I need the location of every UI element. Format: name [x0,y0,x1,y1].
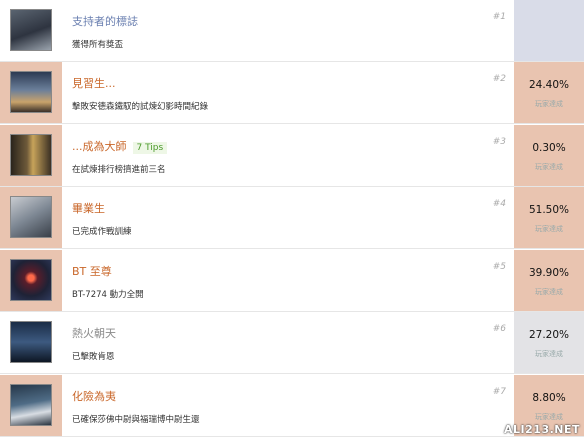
achievement-title[interactable]: ...成為大師 7 Tips [72,138,168,154]
completion-percent: 39.90% [528,267,570,279]
achievement-title[interactable]: 見習生... [72,75,116,91]
rarity-panel [514,312,584,373]
achievement-title-text: 見習生... [72,77,116,90]
rarity-panel [514,0,584,61]
completion-percent: 51.50% [528,204,570,216]
achievement-number: #3 [492,137,506,147]
achievement-description: 擊敗安德森鐵馭的試煉幻影時間紀錄 [72,102,209,112]
achievement-title-text: ...成為大師 [72,140,127,153]
achievement-number: #5 [492,262,506,272]
achievement-number: #1 [492,12,506,22]
rarity-panel [514,187,584,248]
completion-percent: 0.30% [532,142,566,154]
achievement-row[interactable]: 見習生... 擊敗安德森鐵馭的試煉幻影時間紀錄 #2 24.40% 玩家達成 [0,62,584,124]
achievement-title-text: BT 至尊 [72,265,112,278]
achievement-description: 已完成作戰訓練 [72,227,132,237]
completion-percent: 24.40% [528,79,570,91]
titanfall-logo-icon [10,9,52,51]
completion-label: 玩家達成 [535,413,563,421]
completion-label: 玩家達成 [535,350,563,358]
site-watermark: ALI213.NET [504,423,580,436]
completion-percent: 8.80% [532,392,566,404]
achievement-number: #2 [492,74,506,84]
achievement-row[interactable]: 化險為夷已確保莎佛中尉與福瑞博中尉生還 #7 8.80% 玩家達成 [0,375,584,437]
achievement-title[interactable]: 熱火朝天 [72,325,116,341]
achievement-description: 已確保莎佛中尉與福瑞博中尉生還 [72,415,200,425]
achievement-row[interactable]: BT 至尊 BT-7274 動力全開 #5 39.90% 玩家達成 [0,250,584,312]
completion-label: 玩家達成 [535,288,563,296]
achievement-row[interactable]: 畢業生已完成作戰訓練 #4 51.50% 玩家達成 [0,187,584,249]
achievement-title[interactable]: 支持者的標誌 [72,13,138,29]
completion-label: 玩家達成 [535,100,563,108]
tips-badge[interactable]: 7 Tips [132,142,168,154]
achievement-title[interactable]: 畢業生 [72,200,105,216]
battle-scene-icon [10,384,52,426]
soldier-icon [10,196,52,238]
achievement-list: 支持者的標誌 獲得所有獎盃 #1 見習生... 擊敗安德森鐵馭的試煉幻影時間紀錄 #2 24… [0,0,584,438]
achievement-row[interactable]: ...成為大師 7 Tips 在試煉排行榜擠進前三名 #3 0.30% 玩家達成 [0,125,584,187]
completion-percent: 27.20% [528,329,570,341]
achievement-number: #4 [492,199,506,209]
pilot-gauntlet-icon [10,71,52,113]
titan-eye-icon [10,259,52,301]
achievement-title[interactable]: BT 至尊 [72,263,112,279]
achievement-title-text: 化險為夷 [72,390,116,403]
kane-icon [10,321,52,363]
achievement-number: #7 [492,387,506,397]
achievement-description: 在試煉排行榜擠進前三名 [72,165,166,175]
achievement-title-text: 支持者的標誌 [72,15,138,28]
achievement-number: #6 [492,324,506,334]
rarity-panel [514,125,584,186]
rarity-panel [514,250,584,311]
achievement-title-text: 畢業生 [72,202,105,215]
achievement-description: 獲得所有獎盃 [72,40,124,50]
achievement-description: BT-7274 動力全開 [72,290,144,300]
achievement-row[interactable]: 熱火朝天已擊敗肯恩 #6 27.20% 玩家達成 [0,312,584,374]
completion-label: 玩家達成 [535,163,563,171]
achievement-title[interactable]: 化險為夷 [72,388,116,404]
achievement-description: 已擊敗肯恩 [72,352,115,362]
rarity-panel [514,62,584,123]
tower-icon [10,134,52,176]
achievement-row[interactable]: 支持者的標誌 獲得所有獎盃 #1 [0,0,584,62]
completion-label: 玩家達成 [535,225,563,233]
achievement-title-text: 熱火朝天 [72,327,116,340]
